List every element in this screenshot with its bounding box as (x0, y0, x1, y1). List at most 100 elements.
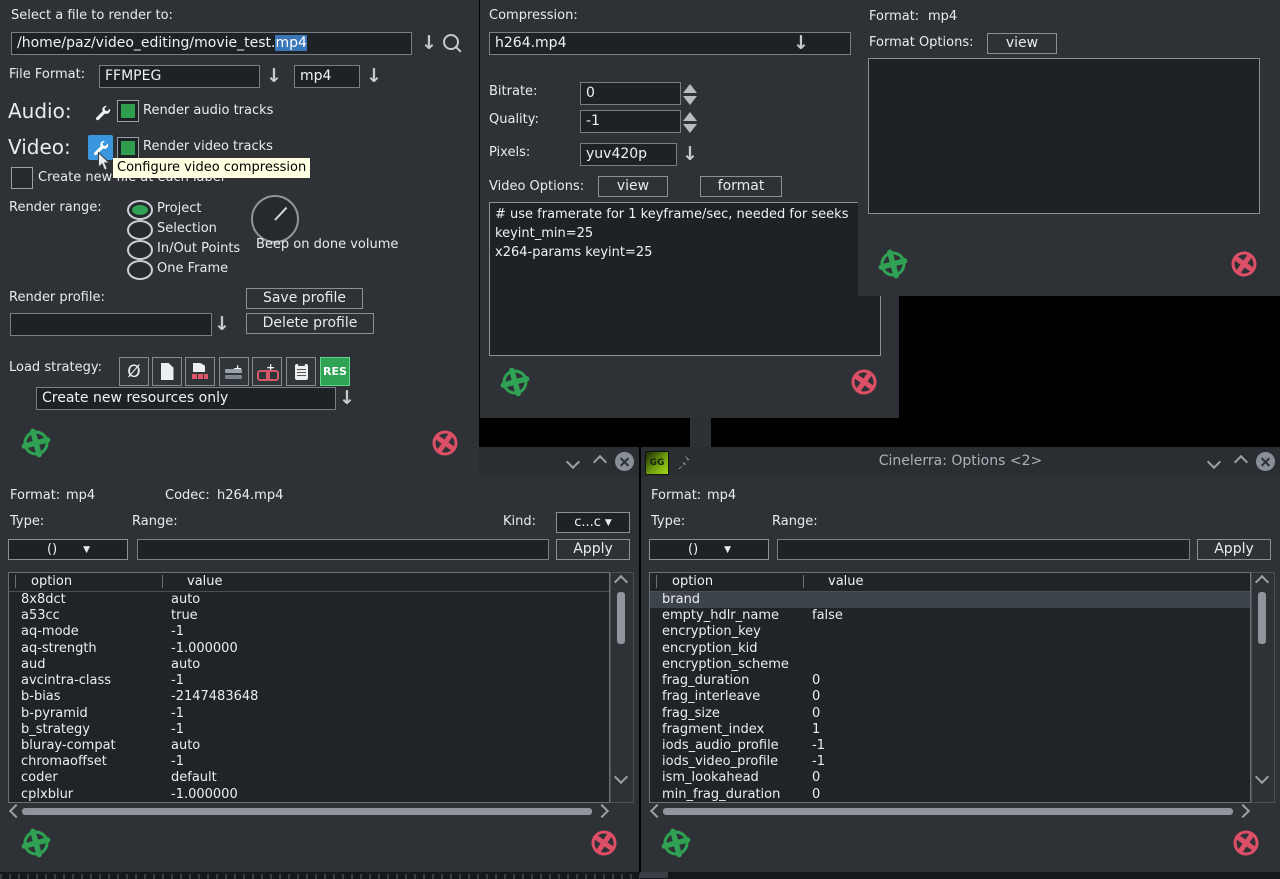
option-cell[interactable]: b-pyramid (21, 706, 88, 722)
view-button[interactable]: view (987, 33, 1057, 54)
kind-dropdown[interactable]: c...c ▼ (556, 512, 630, 533)
option-cell[interactable]: empty_hdlr_name (662, 608, 779, 624)
value-cell[interactable]: -1.000000 (171, 787, 238, 803)
load-mode-dropdown[interactable]: Create new resources only (36, 387, 336, 410)
table-row[interactable]: brand (650, 592, 1250, 608)
table-row[interactable]: chromaoffset -1 (9, 754, 609, 770)
delete-profile-button[interactable]: Delete profile (246, 313, 374, 334)
render-audio-checkbox[interactable] (117, 100, 139, 122)
scrollbar-thumb[interactable] (663, 808, 1233, 815)
table-row[interactable]: iods_audio_profile-1 (650, 738, 1250, 754)
beep-volume-knob[interactable] (251, 195, 299, 243)
option-cell[interactable]: aq-mode (21, 624, 79, 640)
table-row[interactable]: min_frag_duration0 (650, 787, 1250, 803)
close-icon[interactable] (1256, 452, 1275, 471)
ok-button[interactable] (20, 427, 52, 459)
render-profile-input[interactable] (10, 313, 212, 336)
type-preset-dropdown[interactable]: () ▼ (649, 539, 769, 560)
option-cell[interactable]: frag_interleave (662, 689, 760, 705)
table-header[interactable]: option value (9, 573, 609, 592)
options-table[interactable]: option value 8x8dctautoa53cctrueaq-mode-… (8, 572, 610, 803)
value-cell[interactable]: true (171, 608, 198, 624)
value-cell[interactable]: -1 (171, 754, 184, 770)
spin-down-icon[interactable] (683, 96, 697, 105)
options-table[interactable]: option value brandempty_hdlr_namefalseen… (649, 572, 1251, 803)
option-cell[interactable]: b_strategy (21, 722, 90, 738)
table-body[interactable]: 8x8dctautoa53cctrueaq-mode-1aq-strength-… (9, 592, 609, 803)
cancel-button[interactable] (429, 427, 461, 459)
bitrate-input[interactable]: 0 (580, 82, 681, 105)
column-divider[interactable] (15, 575, 16, 588)
video-options-textarea[interactable]: # use framerate for 1 keyframe/sec, need… (489, 202, 881, 356)
create-resources-button[interactable]: RES (320, 357, 350, 386)
option-cell[interactable]: chromaoffset (21, 754, 107, 770)
range-option-label[interactable]: Selection (157, 221, 217, 236)
scroll-right-icon[interactable] (1235, 803, 1251, 819)
table-row[interactable]: a53cctrue (9, 608, 609, 624)
spin-up-icon[interactable] (683, 112, 697, 121)
table-row[interactable]: aq-mode-1 (9, 624, 609, 640)
option-cell[interactable]: 8x8dct (21, 592, 66, 608)
value-cell[interactable]: auto (171, 738, 200, 754)
cancel-button[interactable] (1228, 248, 1260, 280)
table-row[interactable]: ism_lookahead0 (650, 770, 1250, 786)
value-cell[interactable]: 1 (812, 722, 820, 738)
ok-button[interactable] (499, 366, 531, 398)
option-cell[interactable]: frag_duration (662, 673, 749, 689)
option-cell[interactable]: bluray-compat (21, 738, 116, 754)
table-row[interactable]: encryption_key (650, 624, 1250, 640)
option-cell[interactable]: encryption_scheme (662, 657, 789, 673)
file-path-input[interactable]: /home/paz/video_editing/movie_test.mp4 (11, 32, 412, 55)
view-button[interactable]: view (598, 176, 668, 197)
option-cell[interactable]: encryption_key (662, 624, 761, 640)
option-cell[interactable]: cplxblur (21, 787, 73, 803)
maximize-icon[interactable] (1233, 454, 1249, 470)
value-column-header[interactable]: value (828, 574, 864, 589)
table-row[interactable]: iods_video_profile-1 (650, 754, 1250, 770)
dropdown-arrow-icon[interactable]: ↓ (214, 315, 230, 334)
format-options-textarea[interactable] (868, 58, 1260, 214)
table-row[interactable]: audauto (9, 657, 609, 673)
scroll-down-icon[interactable] (1254, 769, 1270, 785)
maximize-icon[interactable] (592, 454, 608, 470)
cancel-button[interactable] (1230, 827, 1262, 859)
table-row[interactable]: frag_interleave0 (650, 689, 1250, 705)
option-cell[interactable]: fragment_index (662, 722, 764, 738)
options2-titlebar[interactable]: GG Cinelerra: Options <2> (641, 447, 1280, 477)
table-body[interactable]: brandempty_hdlr_namefalseencryption_keye… (650, 592, 1250, 803)
render-video-checkbox[interactable] (117, 137, 139, 159)
scroll-up-icon[interactable] (613, 574, 629, 590)
spin-down-icon[interactable] (683, 124, 697, 133)
vertical-scrollbar[interactable] (1251, 572, 1275, 803)
load-nothing-button[interactable]: Ø (119, 357, 149, 386)
scroll-right-icon[interactable] (594, 803, 610, 819)
range-option-label[interactable]: Project (157, 201, 201, 216)
quality-input[interactable]: -1 (580, 110, 681, 133)
range-radio-oneframe[interactable] (127, 260, 153, 280)
option-cell[interactable]: encryption_kid (662, 641, 757, 657)
value-cell[interactable]: false (812, 608, 843, 624)
scrollbar-thumb[interactable] (22, 808, 592, 815)
range-radio-project[interactable] (127, 200, 153, 220)
table-row[interactable]: encryption_kid (650, 641, 1250, 657)
table-row[interactable]: avcintra-class-1 (9, 673, 609, 689)
range-option-label[interactable]: One Frame (157, 261, 228, 276)
option-cell[interactable]: frag_size (662, 706, 720, 722)
scroll-down-icon[interactable] (613, 769, 629, 785)
value-cell[interactable]: -1 (812, 754, 825, 770)
option-cell[interactable]: ism_lookahead (662, 770, 759, 786)
ok-button[interactable] (877, 248, 909, 280)
option-cell[interactable]: aq-strength (21, 641, 97, 657)
value-cell[interactable]: 0 (812, 673, 820, 689)
value-cell[interactable]: -2147483648 (171, 689, 258, 705)
value-cell[interactable]: 0 (812, 706, 820, 722)
range-input[interactable] (777, 539, 1190, 560)
ok-button[interactable] (660, 827, 692, 859)
cancel-button[interactable] (848, 366, 880, 398)
save-profile-button[interactable]: Save profile (246, 288, 363, 309)
horizontal-scrollbar[interactable] (649, 803, 1251, 819)
pixels-input[interactable]: yuv420p (580, 143, 677, 166)
value-cell[interactable]: auto (171, 592, 200, 608)
table-row[interactable]: coderdefault (9, 770, 609, 786)
dropdown-arrow-icon[interactable]: ↓ (339, 389, 355, 408)
